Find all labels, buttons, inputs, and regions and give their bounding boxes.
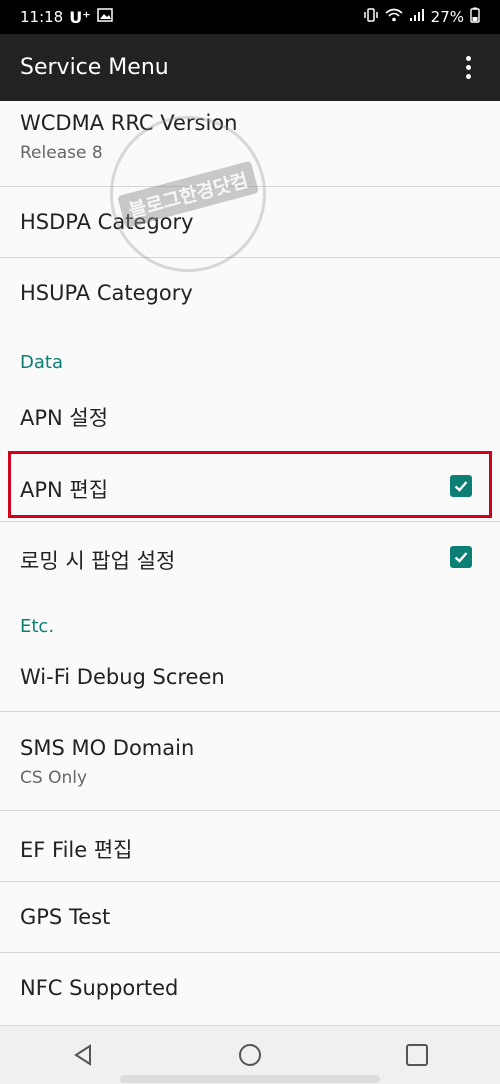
list-item-gps-test[interactable]: GPS Test [0, 882, 500, 953]
vibrate-icon [363, 7, 379, 27]
status-bar: 11:18 U⁺ 27% [0, 0, 500, 34]
roaming-popup-checkbox[interactable] [450, 546, 472, 568]
page-title: Service Menu [20, 55, 169, 80]
home-circle-icon [238, 1044, 261, 1066]
wifi-icon [385, 8, 403, 26]
list-item-subtitle: CS Only [20, 768, 88, 788]
recents-button[interactable] [397, 1035, 437, 1075]
highlight-box [8, 451, 492, 518]
section-header-etc: Etc. [20, 616, 55, 637]
list-item-title: NFC Supported [20, 976, 179, 1000]
list-item-ef-file[interactable]: EF File 편집 [0, 811, 500, 882]
list-item-wifi-debug[interactable]: Wi-Fi Debug Screen [0, 643, 500, 712]
signal-icon [409, 8, 425, 26]
back-triangle-icon [74, 1044, 92, 1066]
list-item-roaming-popup[interactable]: 로밍 시 팝업 설정 [0, 522, 500, 593]
list-item-hsupa[interactable]: HSUPA Category [0, 258, 500, 329]
more-vert-dot [465, 65, 471, 70]
list-item-title: Wi-Fi Debug Screen [20, 665, 225, 689]
carrier-label: U⁺ [69, 7, 91, 27]
list-item-subtitle: Release 8 [20, 143, 103, 163]
recents-square-icon [405, 1044, 428, 1066]
list-item-title: SMS MO Domain [20, 736, 195, 760]
more-vert-dot [465, 74, 471, 79]
list-item-title: HSUPA Category [20, 281, 193, 305]
watermark-text: 블로그한경닷컴 [116, 160, 260, 228]
list-item-title: EF File 편집 [20, 838, 133, 862]
clock: 11:18 [20, 8, 64, 26]
list-item-title: GPS Test [20, 905, 111, 929]
more-vert-icon [465, 56, 471, 61]
list-item-title: 로밍 시 팝업 설정 [20, 549, 176, 573]
battery-percent: 27% [430, 8, 464, 26]
app-bar: Service Menu [0, 34, 500, 101]
check-icon [454, 552, 468, 563]
gesture-handle[interactable] [120, 1075, 380, 1083]
home-button[interactable] [230, 1035, 270, 1075]
list-item-apn-settings[interactable]: APN 설정 [0, 381, 500, 449]
gallery-notification-icon [96, 8, 113, 26]
battery-icon [470, 7, 480, 27]
section-header-data: Data [20, 352, 63, 373]
list-item-title: APN 설정 [20, 406, 109, 430]
list-item-sms-mo-domain[interactable]: SMS MO Domain CS Only [0, 712, 500, 811]
overflow-menu-button[interactable] [456, 54, 480, 82]
back-button[interactable] [63, 1035, 103, 1075]
list-item-nfc[interactable]: NFC Supported [0, 953, 500, 1024]
